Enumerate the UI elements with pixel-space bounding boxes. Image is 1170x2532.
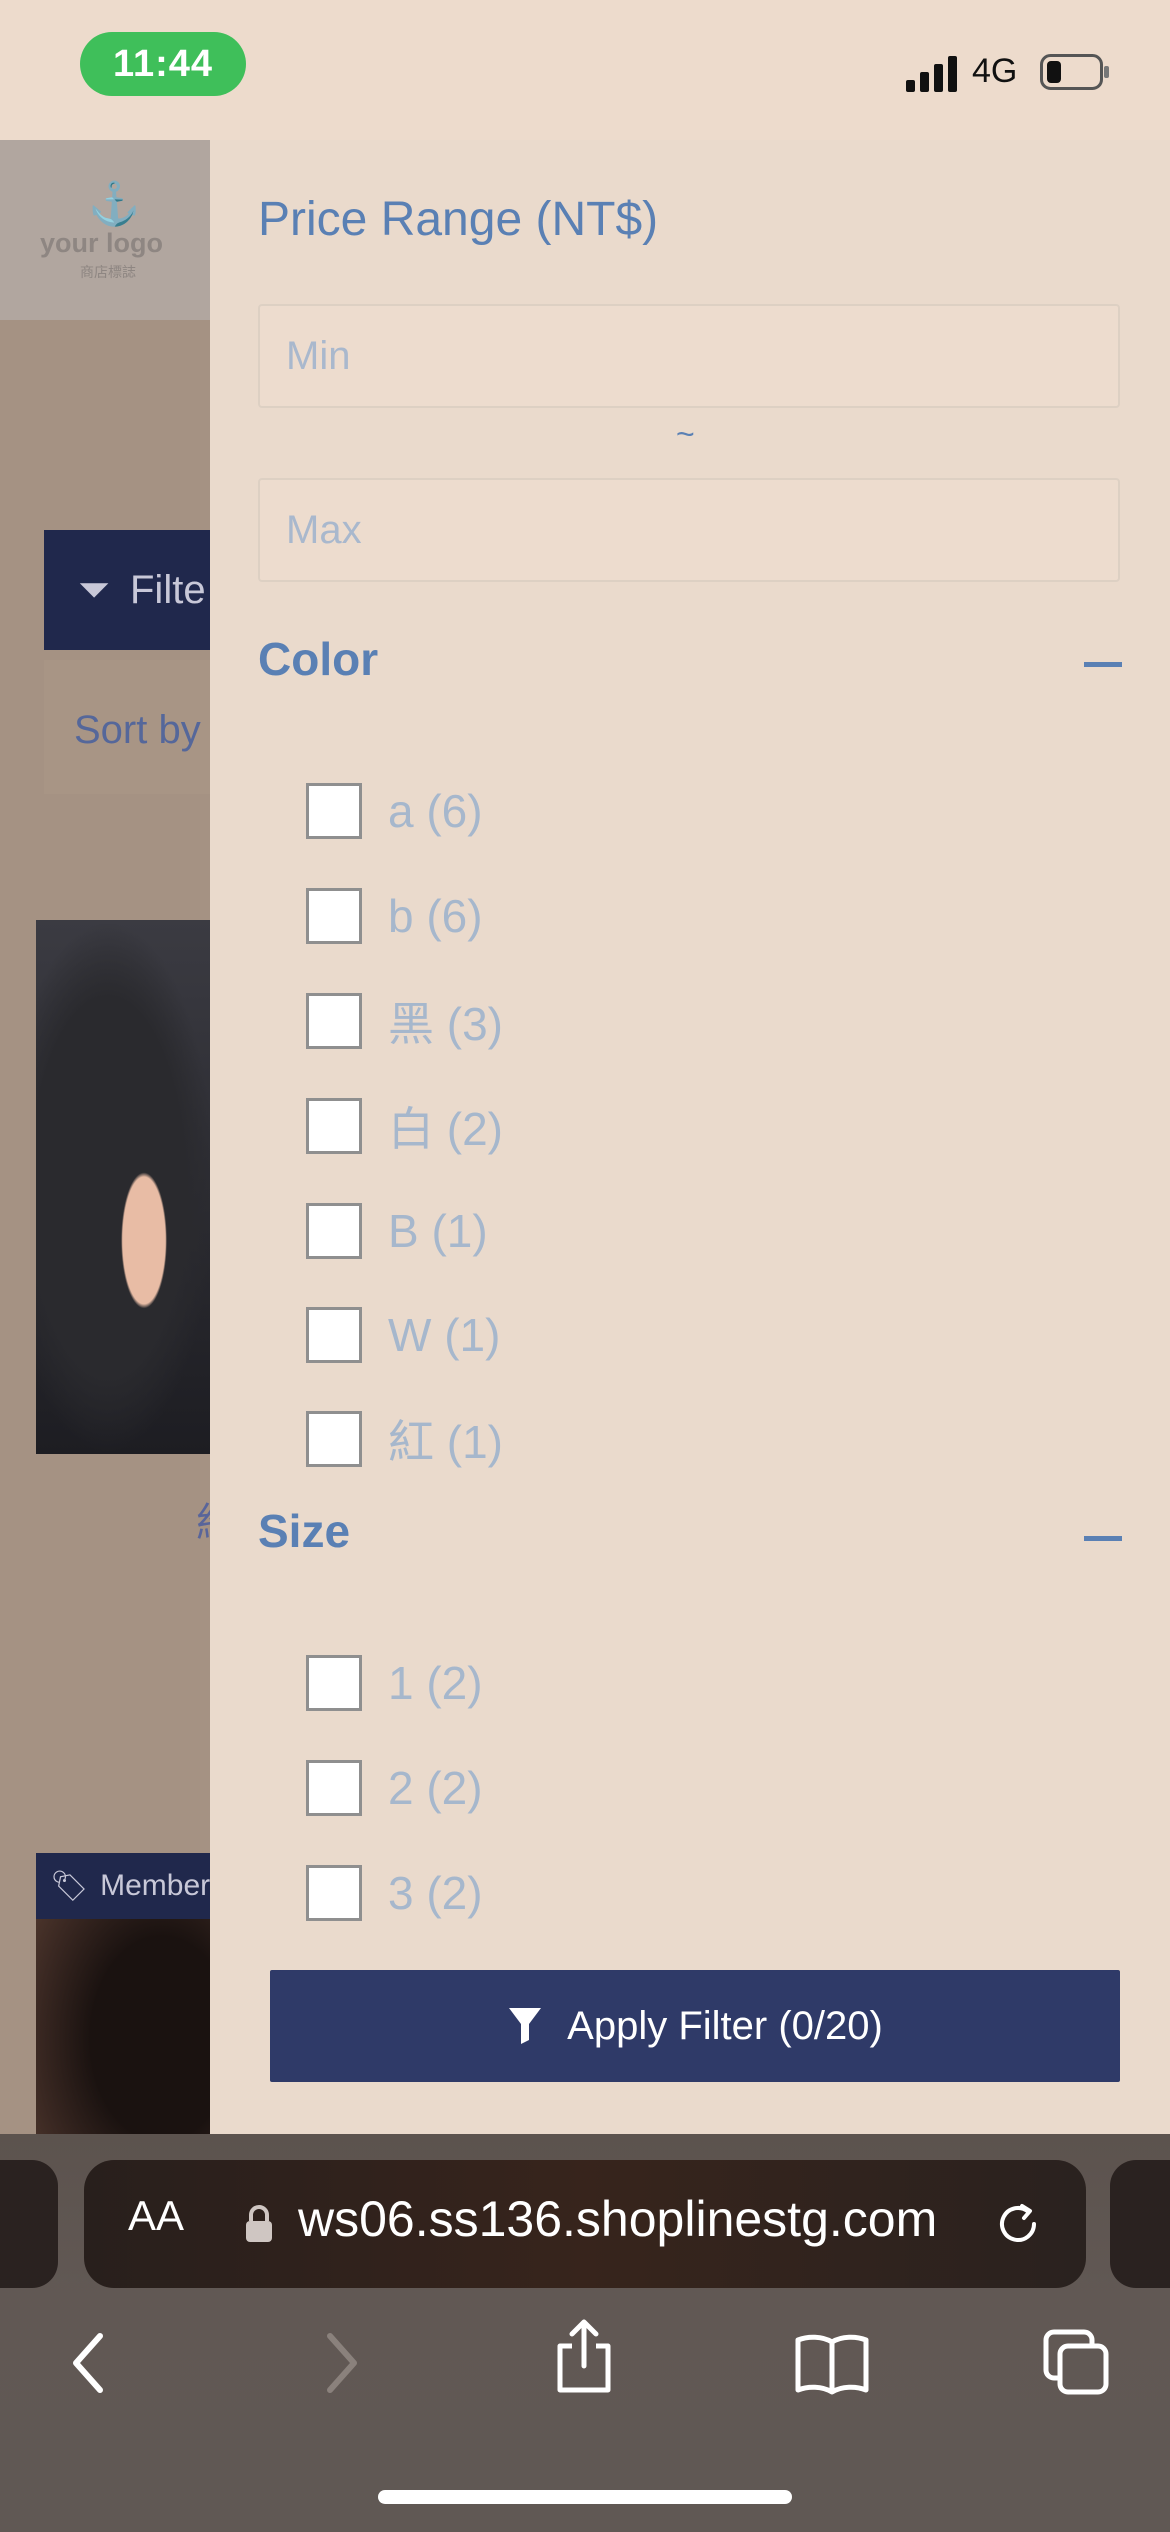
home-indicator <box>378 2490 792 2504</box>
member-tag: 🏷 Member <box>36 1853 210 1919</box>
option-label: W (1) <box>388 1309 501 1361</box>
bookmarks-icon[interactable] <box>792 2328 872 2398</box>
max-price-input[interactable] <box>258 478 1120 582</box>
checkbox[interactable] <box>306 888 362 944</box>
forward-icon[interactable] <box>300 2328 380 2398</box>
color-option[interactable]: b (6) <box>306 885 483 947</box>
color-section-title: Color <box>258 633 379 685</box>
tag-icon: 🏷 <box>50 1869 89 1903</box>
filter-button[interactable]: ⏷ Filte <box>44 530 210 650</box>
checkbox[interactable] <box>306 993 362 1049</box>
color-option[interactable]: W (1) <box>306 1304 500 1366</box>
price-range-title: Price Range (NT$) <box>258 193 659 246</box>
checkbox[interactable] <box>306 1865 362 1921</box>
checkbox[interactable] <box>306 1411 362 1467</box>
price-separator: ~ <box>676 416 695 452</box>
sort-label: Sort by <box>74 708 201 752</box>
option-label: 1 (2) <box>388 1657 483 1709</box>
size-option[interactable]: 3 (2) <box>306 1862 483 1924</box>
battery-icon <box>1040 54 1109 90</box>
product-image[interactable] <box>36 1919 210 2134</box>
checkbox[interactable] <box>306 1098 362 1154</box>
color-option[interactable]: 白 (2) <box>306 1095 503 1157</box>
filter-drawer: Price Range (NT$) ~ Color a (6) b (6) 黑 … <box>210 140 1170 2134</box>
size-option[interactable]: 2 (2) <box>306 1757 483 1819</box>
next-tab-peek[interactable] <box>1110 2160 1170 2288</box>
reload-icon[interactable] <box>992 2198 1044 2250</box>
text-size-button[interactable]: AA <box>128 2192 184 2240</box>
member-tag-label: Member <box>100 1869 210 1902</box>
lock-icon <box>246 2205 272 2242</box>
color-collapse-icon[interactable] <box>1084 662 1122 667</box>
anchor-icon: ⚓ <box>88 180 141 227</box>
color-option[interactable]: 紅 (1) <box>306 1408 503 1470</box>
color-option[interactable]: B (1) <box>306 1200 488 1262</box>
apply-filter-label: Apply Filter (0/20) <box>567 2003 883 2048</box>
product-image[interactable] <box>36 920 210 1454</box>
option-label: 2 (2) <box>388 1762 483 1814</box>
status-time: 11:44 <box>80 32 246 96</box>
color-option[interactable]: 黑 (3) <box>306 990 503 1052</box>
checkbox[interactable] <box>306 1760 362 1816</box>
cellular-signal-icon <box>906 56 957 92</box>
option-label: 白 (2) <box>388 1103 503 1155</box>
logo-subtext: 商店標誌 <box>80 264 136 280</box>
back-icon[interactable] <box>50 2328 130 2398</box>
filter-icon: ⏷ <box>78 567 110 612</box>
option-label: 黑 (3) <box>388 998 503 1050</box>
filter-icon <box>509 2008 542 2044</box>
size-section-title: Size <box>258 1505 351 1557</box>
background-page: ⚓ your logo 商店標誌 ⏷ Filte Sort by 約 🏷 Mem… <box>0 140 210 2134</box>
previous-tab-peek[interactable] <box>0 2160 58 2288</box>
network-type-label: 4G <box>972 52 1018 90</box>
min-price-input[interactable] <box>258 304 1120 408</box>
checkbox[interactable] <box>306 1203 362 1259</box>
share-icon[interactable] <box>544 2316 624 2396</box>
color-option[interactable]: a (6) <box>306 780 483 842</box>
option-label: 3 (2) <box>388 1867 483 1919</box>
logo-text: your logo <box>40 228 163 258</box>
checkbox[interactable] <box>306 783 362 839</box>
checkbox[interactable] <box>306 1307 362 1363</box>
option-label: a (6) <box>388 785 483 837</box>
product-caption: 約 <box>196 1490 210 1548</box>
option-label: 紅 (1) <box>388 1416 503 1468</box>
tabs-icon[interactable] <box>1040 2328 1120 2398</box>
option-label: B (1) <box>388 1205 488 1257</box>
filter-button-label: Filte <box>130 567 206 612</box>
url-text[interactable]: ws06.ss136.shoplinestg.com <box>298 2190 937 2248</box>
checkbox[interactable] <box>306 1655 362 1711</box>
size-option[interactable]: 1 (2) <box>306 1652 483 1714</box>
apply-filter-button[interactable]: Apply Filter (0/20) <box>270 1970 1120 2082</box>
option-label: b (6) <box>388 890 483 942</box>
size-collapse-icon[interactable] <box>1084 1536 1122 1541</box>
